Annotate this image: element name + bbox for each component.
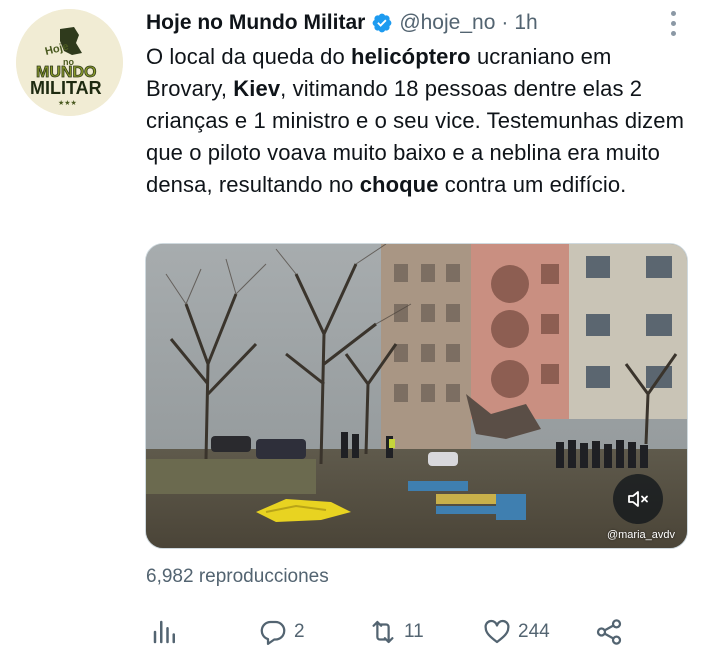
tweet-text-segment: O local da queda do [146, 44, 352, 69]
verified-badge-icon [371, 12, 393, 34]
like-count: 244 [518, 621, 550, 642]
reply-button[interactable]: 2 [258, 610, 305, 654]
author-handle[interactable]: @hoje_no [399, 11, 495, 35]
tweet-header: Hoje no Mundo Militar @hoje_no · 1h [146, 8, 685, 38]
action-bar: 2 11 244 [146, 610, 686, 654]
retweet-icon [372, 620, 394, 644]
tweet-text-bold: Kiev [233, 76, 281, 101]
tweet-text-bold: choque [359, 172, 439, 197]
like-button[interactable]: 244 [482, 610, 550, 654]
tweet-video[interactable]: @maria_avdv [145, 243, 688, 549]
svg-text:MILITAR: MILITAR [30, 78, 102, 98]
speaker-muted-icon [628, 491, 648, 507]
analytics-button[interactable] [150, 610, 180, 654]
tweet-text-segment: contra um edifício. [438, 172, 627, 197]
header-separator: · [501, 11, 509, 34]
retweet-count: 11 [404, 621, 424, 642]
tweet-timestamp[interactable]: 1h [514, 11, 537, 35]
share-icon [596, 619, 622, 645]
tweet-text: O local da queda do helicóptero ucranian… [146, 41, 694, 201]
video-watermark: @maria_avdv [606, 529, 675, 541]
crash-scene-image [146, 244, 687, 548]
reply-icon [260, 620, 286, 645]
share-button[interactable] [594, 610, 624, 654]
avatar[interactable]: Hoje no MUNDO MILITAR ★★★ [16, 9, 123, 116]
avatar-logo-image: Hoje no MUNDO MILITAR ★★★ [16, 9, 123, 116]
more-options-icon[interactable] [661, 6, 685, 40]
heart-icon [484, 619, 510, 644]
bar-chart-icon [153, 620, 175, 644]
svg-text:★★★: ★★★ [58, 99, 77, 107]
author-display-name[interactable]: Hoje no Mundo Militar [146, 11, 365, 35]
retweet-button[interactable]: 11 [368, 610, 424, 654]
tweet-text-bold: helicóptero [351, 44, 471, 69]
view-count: 6,982 reproducciones [146, 566, 329, 587]
reply-count: 2 [294, 621, 305, 642]
mute-toggle-button[interactable] [613, 474, 663, 524]
